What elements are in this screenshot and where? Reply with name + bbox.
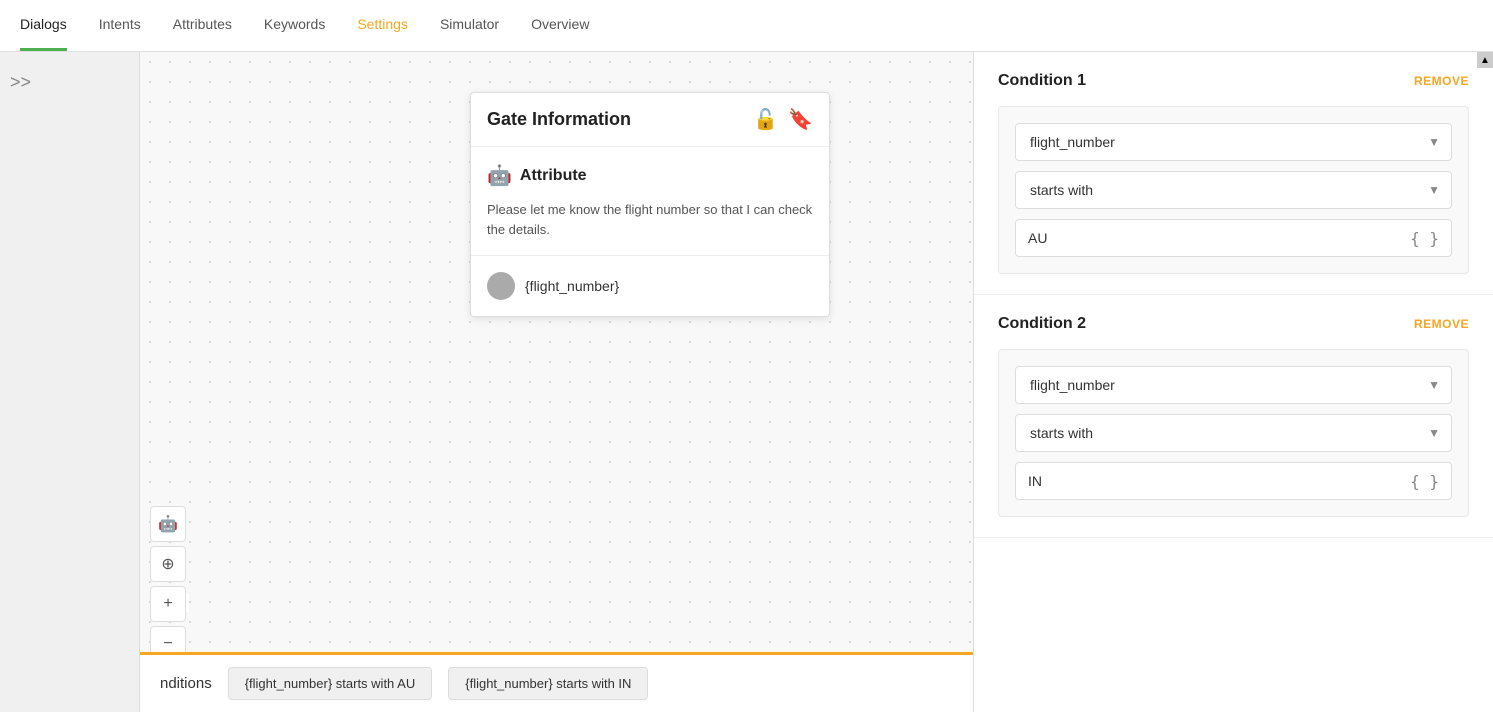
condition-2-operator-select[interactable]: starts with ends with contains equals — [1015, 414, 1452, 452]
right-panel: ▲ Condition 1 REMOVE flight_number fligh… — [973, 52, 1493, 712]
condition-1-value-row: { } — [1015, 219, 1452, 257]
add-icon[interactable]: + — [150, 586, 186, 622]
collapse-button[interactable]: >> — [10, 72, 31, 93]
condition-2-inner: flight_number flight_status gate ▼ start… — [998, 349, 1469, 517]
condition-2-field-select[interactable]: flight_number flight_status gate — [1015, 366, 1452, 404]
condition-1-block: Condition 1 REMOVE flight_number flight_… — [974, 52, 1493, 295]
condition-1-remove-button[interactable]: REMOVE — [1414, 74, 1469, 88]
condition-2-value-row: { } — [1015, 462, 1452, 500]
condition-2-remove-button[interactable]: REMOVE — [1414, 317, 1469, 331]
dialog-card-header: Gate Information 🔓 🔖 — [471, 93, 829, 147]
nav-attributes[interactable]: Attributes — [173, 0, 232, 51]
flight-number-bubble-text: {flight_number} — [525, 278, 619, 294]
left-panel: >> — [0, 52, 140, 712]
condition-1-braces-icon: { } — [1410, 229, 1439, 248]
nav-dialogs[interactable]: Dialogs — [20, 0, 67, 51]
bubble-dot — [487, 272, 515, 300]
dialog-card-title: Gate Information — [487, 109, 743, 130]
condition-2-header: Condition 2 REMOVE — [998, 315, 1469, 333]
lock-icon: 🔓 — [753, 107, 778, 132]
nav-keywords[interactable]: Keywords — [264, 0, 325, 51]
attribute-description: Please let me know the flight number so … — [487, 200, 813, 239]
condition-1-field-select[interactable]: flight_number flight_status gate — [1015, 123, 1452, 161]
condition-2-value-input[interactable] — [1028, 463, 1410, 499]
canvas-area[interactable]: Gate Information 🔓 🔖 🤖 Attribute Please … — [140, 52, 973, 712]
condition-1-inner: flight_number flight_status gate ▼ start… — [998, 106, 1469, 274]
robot-toolbar-icon[interactable]: 🤖 — [150, 506, 186, 542]
condition-1-header: Condition 1 REMOVE — [998, 72, 1469, 90]
nav-intents[interactable]: Intents — [99, 0, 141, 51]
dialog-card: Gate Information 🔓 🔖 🤖 Attribute Please … — [470, 92, 830, 317]
flight-bubble: {flight_number} — [471, 256, 829, 316]
attribute-title: Attribute — [520, 167, 587, 185]
robot-icon: 🤖 — [487, 163, 512, 188]
attribute-header: 🤖 Attribute — [487, 163, 813, 188]
condition-2-block: Condition 2 REMOVE flight_number flight_… — [974, 295, 1493, 538]
condition-2-operator-wrapper: starts with ends with contains equals ▼ — [1015, 414, 1452, 452]
conditions-label: nditions — [160, 655, 212, 712]
top-navigation: Dialogs Intents Attributes Keywords Sett… — [0, 0, 1493, 52]
condition-1-field-wrapper: flight_number flight_status gate ▼ — [1015, 123, 1452, 161]
attribute-section: 🤖 Attribute Please let me know the fligh… — [471, 147, 829, 256]
condition-1-operator-select[interactable]: starts with ends with contains equals — [1015, 171, 1452, 209]
condition-1-operator-wrapper: starts with ends with contains equals ▼ — [1015, 171, 1452, 209]
bottom-toolbar: 🤖 ⊕ + − — [150, 506, 186, 662]
scroll-top-indicator: ▲ — [1477, 52, 1493, 68]
nav-simulator[interactable]: Simulator — [440, 0, 499, 51]
conditions-bar: nditions {flight_number} starts with AU … — [140, 652, 973, 712]
condition-pill-1[interactable]: {flight_number} starts with AU — [228, 667, 433, 700]
bookmark-icon: 🔖 — [788, 107, 813, 132]
condition-1-title: Condition 1 — [998, 72, 1086, 90]
condition-pill-2[interactable]: {flight_number} starts with IN — [448, 667, 648, 700]
nav-overview[interactable]: Overview — [531, 0, 589, 51]
main-layout: >> Gate Information 🔓 🔖 🤖 Attribute Plea… — [0, 52, 1493, 712]
condition-2-title: Condition 2 — [998, 315, 1086, 333]
condition-2-field-wrapper: flight_number flight_status gate ▼ — [1015, 366, 1452, 404]
condition-2-braces-icon: { } — [1410, 472, 1439, 491]
condition-1-value-input[interactable] — [1028, 220, 1410, 256]
nav-settings[interactable]: Settings — [357, 0, 408, 51]
crosshair-icon[interactable]: ⊕ — [150, 546, 186, 582]
